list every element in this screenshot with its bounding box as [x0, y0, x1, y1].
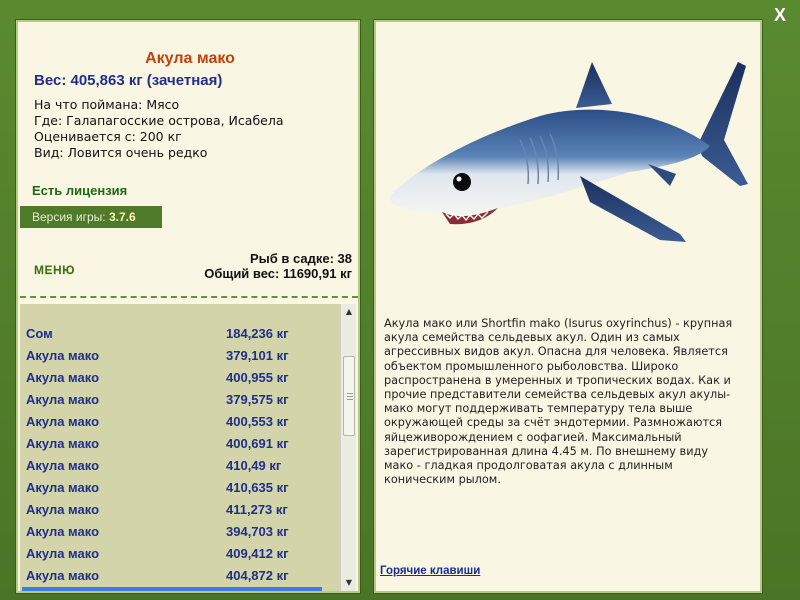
bait-info: На что поймана: Мясо [34, 97, 180, 112]
value-info: Оценивается с: 200 кг [34, 129, 182, 144]
fish-name: Акула мако [26, 524, 100, 539]
grip-icon [347, 393, 353, 400]
fish-weight-value: 409,412 кг [226, 546, 289, 561]
game-window: X Акула мако Вес: 405,863 кг (зачетная) … [0, 0, 800, 600]
list-item[interactable]: Сом 184,236 кг [22, 323, 322, 345]
cage-stats: Рыб в садке: 38 Общий вес: 11690,91 кг [204, 251, 352, 281]
list-item[interactable]: Акула мако 405,863 кг [22, 587, 322, 591]
hotkeys-link[interactable]: Горячие клавиши [380, 565, 480, 577]
divider [20, 296, 358, 298]
fish-weight-value: 184,236 кг [226, 326, 289, 341]
fish-name: Акула мако [26, 370, 100, 385]
scroll-up-arrow-icon[interactable]: ▲ [341, 304, 357, 320]
menu-button[interactable]: МЕНЮ [34, 263, 75, 277]
fish-weight: Вес: 405,863 кг (зачетная) [34, 72, 223, 89]
list-item[interactable]: Акула мако 400,955 кг [22, 367, 322, 389]
fish-name: Акула мако [26, 587, 99, 591]
fish-weight-value: 400,691 кг [226, 436, 289, 451]
fish-name: Акула мако [26, 436, 100, 451]
rarity-info: Вид: Ловится очень редко [34, 145, 208, 160]
mako-shark-image [390, 62, 748, 242]
fish-weight-value: 394,703 кг [226, 524, 289, 539]
list-item[interactable]: Акула мако 410,49 кг [22, 455, 322, 477]
version-label: Версия игры: [32, 210, 106, 224]
fish-list[interactable]: Сом 184,236 кг Акула мако 379,101 кг Акула м… [20, 304, 340, 591]
version-number: 3.7.6 [108, 210, 136, 224]
list-item[interactable]: Акула мако 400,553 кг [22, 411, 322, 433]
fish-weight-value: 410,635 кг [226, 480, 289, 495]
list-item[interactable]: Акула мако 411,273 кг [22, 499, 322, 521]
fish-title: Акула мако [145, 50, 235, 67]
fish-weight-value: 400,553 кг [226, 414, 289, 429]
fish-weight-value: 379,575 кг [226, 392, 289, 407]
scroll-down-arrow-icon[interactable]: ▼ [341, 575, 357, 591]
list-scrollbar[interactable]: ▲ ▼ [340, 304, 356, 591]
list-item[interactable]: Акула мако 409,412 кг [22, 543, 322, 565]
fish-name: Акула мако [26, 480, 100, 495]
fish-weight-value: 405,863 кг [226, 587, 289, 591]
scroll-thumb[interactable] [343, 356, 355, 436]
license-status: Есть лицензия [32, 183, 128, 198]
fish-weight-value: 400,955 кг [226, 370, 289, 385]
fish-description: Акула мако или Shortfin mako (Isurus oxy… [384, 317, 733, 487]
list-item[interactable]: Акула мако 379,575 кг [22, 389, 322, 411]
fish-name: Акула мако [26, 392, 100, 407]
list-item[interactable]: Акула мако 404,872 кг [22, 565, 322, 587]
fish-detail-panel: Акула мако или Shortfin mako (Isurus oxy… [373, 19, 763, 594]
fish-name: Акула мако [26, 414, 100, 429]
fish-in-cage: Рыб в садке: 38 [249, 251, 352, 266]
fish-weight-value: 411,273 кг [226, 502, 288, 517]
list-item[interactable]: Акула мако 379,101 кг [22, 345, 322, 367]
total-weight: Общий вес: 11690,91 кг [204, 266, 352, 281]
fish-weight-value: 404,872 кг [226, 568, 289, 583]
fish-weight-value: 379,101 кг [226, 348, 289, 363]
list-item[interactable]: Акула мако 410,635 кг [22, 477, 322, 499]
fish-name: Акула мако [26, 546, 100, 561]
location-info: Где: Галапагосские острова, Исабела [34, 113, 284, 128]
fish-weight-value: 410,49 кг [226, 458, 282, 473]
list-item[interactable]: Акула мако 400,691 кг [22, 433, 322, 455]
version-bar: Версия игры: 3.7.6 [20, 206, 162, 228]
fish-name: Акула мако [26, 348, 100, 363]
fish-name: Акула мако [26, 502, 100, 517]
catch-info-panel: Акула мако Вес: 405,863 кг (зачетная) На… [15, 19, 361, 594]
list-item[interactable]: Акула мако 394,703 кг [22, 521, 322, 543]
fish-name: Акула мако [26, 458, 100, 473]
close-icon[interactable]: X [770, 4, 790, 26]
fish-name: Акула мако [26, 568, 100, 583]
fish-name: Сом [26, 326, 53, 341]
